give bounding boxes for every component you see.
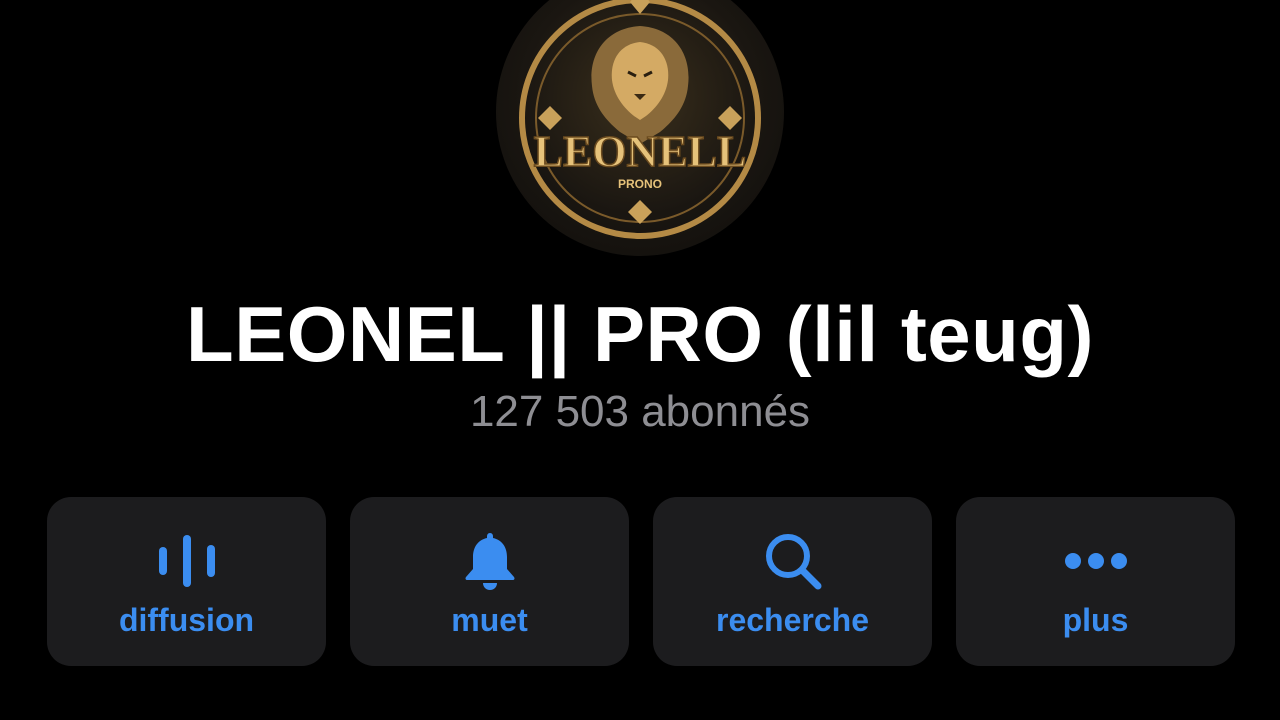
more-label: plus (1062, 602, 1129, 638)
search-icon (763, 531, 823, 591)
avatar-subtext: PRONO (618, 177, 662, 191)
more-dots-icon (1064, 531, 1128, 591)
channel-title: LEONEL || PRO (lil teug) (186, 290, 1094, 378)
avatar-wordmark: LEONELL (534, 127, 747, 176)
subscriber-count: 127 503 abonnés (469, 387, 811, 436)
diffusion-label: diffusion (118, 602, 255, 638)
bell-icon (462, 531, 518, 591)
channel-avatar[interactable]: LEONELL PRONO (496, 0, 784, 256)
search-button[interactable]: recherche (653, 497, 932, 666)
search-label: recherche (716, 602, 869, 638)
action-bar: diffusion muet recherche plus (47, 497, 1235, 666)
more-button[interactable]: plus (956, 497, 1235, 666)
lion-logo-icon: LEONELL PRONO (519, 0, 761, 239)
mute-label: muet (451, 602, 528, 638)
mute-button[interactable]: muet (350, 497, 629, 666)
waveform-icon (157, 531, 217, 591)
diffusion-button[interactable]: diffusion (47, 497, 326, 666)
